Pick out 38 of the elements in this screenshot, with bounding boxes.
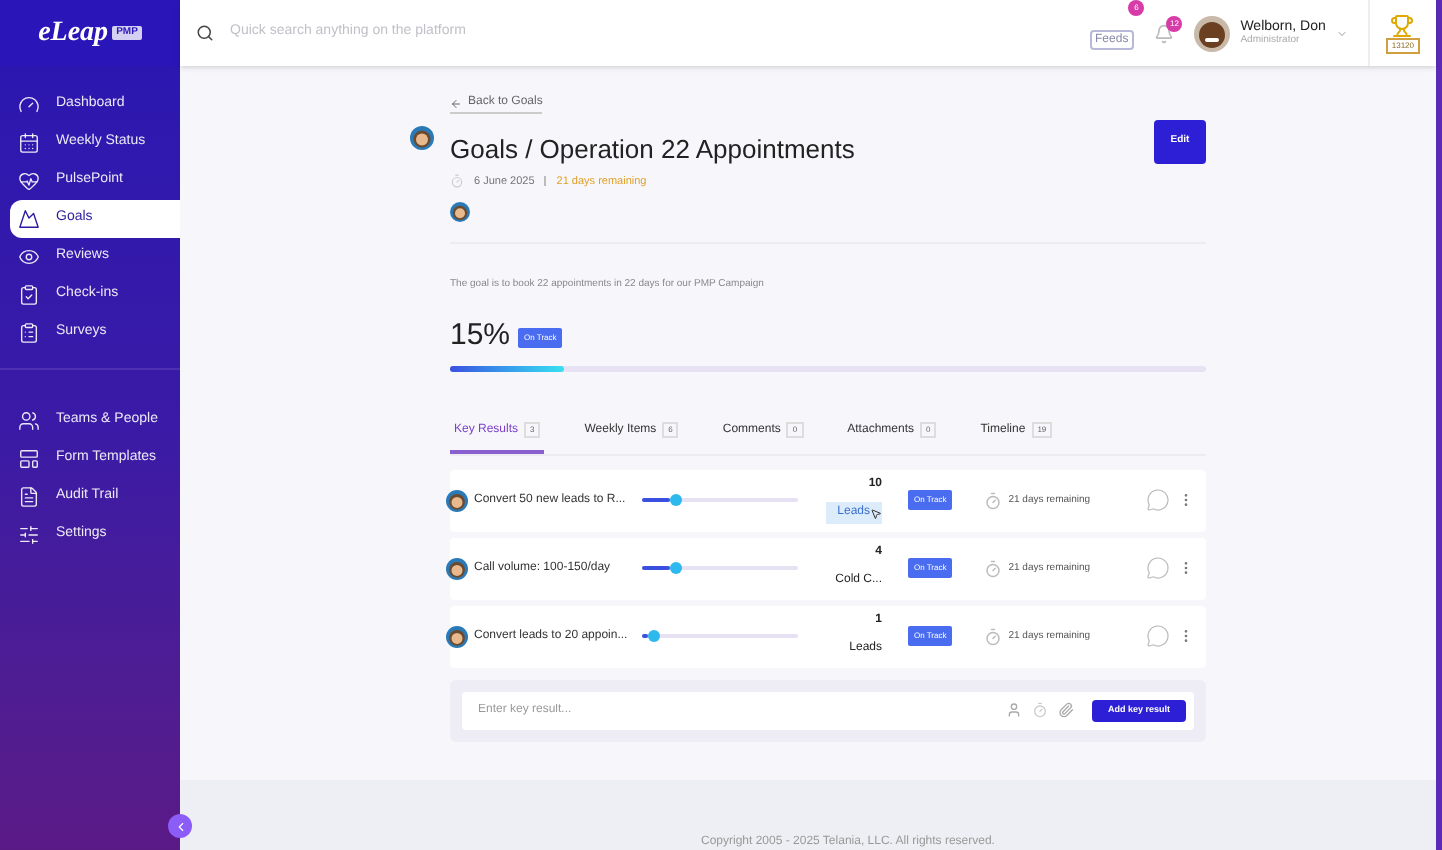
person-icon[interactable] — [1005, 702, 1022, 719]
timer-icon — [450, 174, 464, 189]
slider-thumb[interactable] — [670, 562, 683, 575]
users-icon — [18, 410, 40, 432]
avatar[interactable] — [1194, 15, 1231, 51]
bell-icon[interactable] — [1154, 23, 1175, 43]
eye-icon — [18, 246, 40, 268]
cursor-icon — [870, 508, 882, 521]
calendar-icon — [18, 132, 40, 154]
gauge-icon — [18, 94, 40, 116]
avatar — [446, 489, 468, 512]
page-title: Goals / Operation 22 Appointments — [450, 132, 855, 168]
arrow-left-icon — [450, 97, 462, 109]
heart-pulse-icon — [18, 170, 40, 192]
clipboard-icon — [18, 322, 40, 344]
slider-fill — [642, 634, 649, 639]
progress-percent: 15% — [450, 316, 511, 357]
avatar — [410, 126, 434, 150]
document-icon — [18, 486, 40, 508]
clipboard-check-icon — [18, 284, 40, 306]
slider-thumb[interactable] — [648, 630, 661, 643]
search-icon[interactable] — [196, 24, 214, 42]
timer-icon — [984, 559, 1003, 578]
chevron-left-icon — [173, 819, 187, 833]
slider-thumb[interactable] — [670, 494, 683, 507]
trophy-icon — [1390, 13, 1415, 37]
slider-fill — [642, 498, 671, 503]
logo[interactable]: eLeap — [38, 12, 109, 54]
timer-icon — [984, 627, 1003, 646]
avatar — [446, 557, 468, 580]
mountain-icon — [18, 208, 40, 230]
avatar — [450, 201, 470, 222]
sliders-icon — [18, 524, 40, 546]
template-icon — [18, 448, 40, 470]
timer-icon — [984, 491, 1003, 510]
avatar — [446, 625, 468, 648]
paperclip-icon[interactable] — [1057, 702, 1074, 719]
slider-fill — [642, 566, 671, 571]
